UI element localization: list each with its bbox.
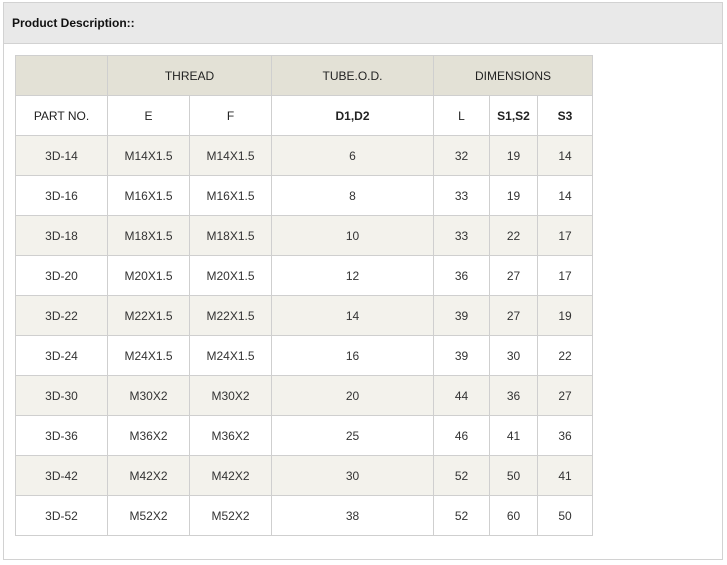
cell-tube-od: 6 [271,135,434,176]
cell-thread-f: M24X1.5 [189,335,272,376]
table-row: 3D-18 M18X1.5 M18X1.5 10 33 22 17 [15,215,593,256]
cell-thread-e: M16X1.5 [107,175,190,216]
table-row: 3D-30 M30X2 M30X2 20 44 36 27 [15,375,593,416]
cell-part-no: 3D-24 [15,335,108,376]
cell-part-no: 3D-42 [15,455,108,496]
cell-tube-od: 8 [271,175,434,216]
cell-dim-s1-s2: 41 [489,415,538,456]
cell-tube-od: 38 [271,495,434,536]
group-header-dimensions: DIMENSIONS [433,55,593,96]
cell-part-no: 3D-18 [15,215,108,256]
cell-thread-e: M52X2 [107,495,190,536]
cell-tube-od: 25 [271,415,434,456]
cell-dim-s1-s2: 36 [489,375,538,416]
cell-dim-s3: 36 [537,415,593,456]
cell-tube-od: 14 [271,295,434,336]
column-header-s1-s2: S1,S2 [489,95,538,136]
cell-part-no: 3D-16 [15,175,108,216]
cell-thread-f: M18X1.5 [189,215,272,256]
cell-part-no: 3D-52 [15,495,108,536]
table-row: 3D-20 M20X1.5 M20X1.5 12 36 27 17 [15,255,593,296]
group-header-row: THREAD TUBE.O.D. DIMENSIONS [15,55,593,96]
cell-part-no: 3D-14 [15,135,108,176]
cell-dim-s3: 50 [537,495,593,536]
cell-dim-s1-s2: 27 [489,255,538,296]
column-header-d1-d2: D1,D2 [271,95,434,136]
table-row: 3D-52 M52X2 M52X2 38 52 60 50 [15,495,593,536]
cell-thread-f: M22X1.5 [189,295,272,336]
group-header-thread: THREAD [107,55,272,96]
cell-thread-f: M14X1.5 [189,135,272,176]
cell-dim-s3: 22 [537,335,593,376]
cell-dim-s3: 14 [537,135,593,176]
cell-dim-s3: 17 [537,255,593,296]
cell-tube-od: 10 [271,215,434,256]
cell-dim-l: 52 [433,455,490,496]
cell-dim-l: 32 [433,135,490,176]
cell-dim-s1-s2: 19 [489,175,538,216]
cell-thread-f: M36X2 [189,415,272,456]
cell-tube-od: 12 [271,255,434,296]
cell-thread-e: M20X1.5 [107,255,190,296]
column-header-f: F [189,95,272,136]
cell-dim-l: 52 [433,495,490,536]
column-header-s3: S3 [537,95,593,136]
cell-thread-f: M30X2 [189,375,272,416]
cell-thread-e: M30X2 [107,375,190,416]
cell-dim-s1-s2: 30 [489,335,538,376]
cell-part-no: 3D-20 [15,255,108,296]
column-header-row: PART NO. E F D1,D2 L S1,S2 S3 [15,95,593,136]
cell-part-no: 3D-36 [15,415,108,456]
cell-dim-s1-s2: 19 [489,135,538,176]
cell-dim-l: 36 [433,255,490,296]
table-row: 3D-16 M16X1.5 M16X1.5 8 33 19 14 [15,175,593,216]
column-header-part-no: PART NO. [15,95,108,136]
cell-thread-e: M14X1.5 [107,135,190,176]
cell-dim-l: 46 [433,415,490,456]
cell-thread-e: M36X2 [107,415,190,456]
cell-dim-s3: 17 [537,215,593,256]
cell-dim-l: 44 [433,375,490,416]
cell-tube-od: 30 [271,455,434,496]
cell-dim-s3: 19 [537,295,593,336]
cell-thread-f: M20X1.5 [189,255,272,296]
cell-part-no: 3D-30 [15,375,108,416]
product-description-panel: Product Description:: THREAD TUBE.O.D. D… [3,2,723,560]
cell-dim-s3: 27 [537,375,593,416]
cell-thread-e: M42X2 [107,455,190,496]
spec-table: THREAD TUBE.O.D. DIMENSIONS PART NO. E F… [15,55,593,536]
table-row: 3D-22 M22X1.5 M22X1.5 14 39 27 19 [15,295,593,336]
column-header-l: L [433,95,490,136]
cell-dim-s3: 14 [537,175,593,216]
group-header-blank [15,55,108,96]
cell-thread-e: M24X1.5 [107,335,190,376]
panel-header: Product Description:: [4,3,722,44]
cell-dim-s1-s2: 50 [489,455,538,496]
table-row: 3D-42 M42X2 M42X2 30 52 50 41 [15,455,593,496]
column-header-e: E [107,95,190,136]
cell-dim-s1-s2: 22 [489,215,538,256]
cell-thread-e: M18X1.5 [107,215,190,256]
table-row: 3D-14 M14X1.5 M14X1.5 6 32 19 14 [15,135,593,176]
table-row: 3D-24 M24X1.5 M24X1.5 16 39 30 22 [15,335,593,376]
group-header-tube-od: TUBE.O.D. [271,55,434,96]
cell-tube-od: 16 [271,335,434,376]
table-row: 3D-36 M36X2 M36X2 25 46 41 36 [15,415,593,456]
panel-title: Product Description:: [12,16,135,30]
cell-thread-f: M52X2 [189,495,272,536]
cell-dim-l: 33 [433,175,490,216]
cell-part-no: 3D-22 [15,295,108,336]
cell-dim-l: 39 [433,335,490,376]
cell-dim-s1-s2: 27 [489,295,538,336]
cell-thread-f: M42X2 [189,455,272,496]
cell-dim-l: 39 [433,295,490,336]
cell-dim-s3: 41 [537,455,593,496]
cell-thread-e: M22X1.5 [107,295,190,336]
cell-dim-l: 33 [433,215,490,256]
cell-thread-f: M16X1.5 [189,175,272,216]
cell-dim-s1-s2: 60 [489,495,538,536]
cell-tube-od: 20 [271,375,434,416]
